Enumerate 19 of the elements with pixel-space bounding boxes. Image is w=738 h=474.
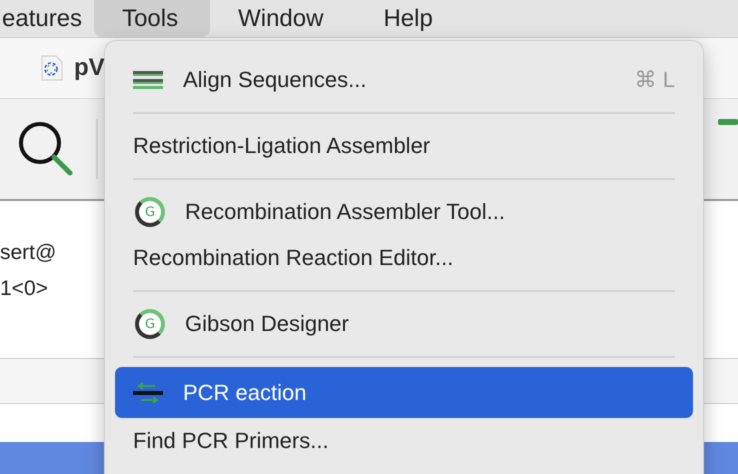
ring-logo-icon: G [135,309,165,339]
menu-item[interactable]: Find PCR Primers... [115,418,693,464]
sequence-label: sert@ [0,241,56,265]
menu-item[interactable]: G Recombination Assembler Tool... [115,189,693,235]
sequence-label: 1<0> [0,277,48,301]
document-tab-title[interactable]: pV [74,54,105,82]
shortcut-label: ⌘ L [634,67,675,93]
menu-bar-item[interactable]: Window [210,0,356,37]
menu-item[interactable]: Recombination Reaction Editor... [115,235,693,281]
menu-item[interactable]: PCR eaction [115,367,693,418]
ring-logo-icon: G [135,197,165,227]
document-icon [40,55,64,81]
menu-item[interactable]: Align Sequences... ⌘ L [115,57,693,103]
menu-item[interactable]: G Gibson Designer [115,301,693,347]
menu-bar-item[interactable]: eatures [0,0,94,37]
double-arrow-icon [133,380,163,406]
menu-item[interactable]: Restriction-Ligation Assembler [115,123,693,169]
menu-bar-item[interactable]: Help [355,0,465,37]
menu-bar-item[interactable]: Tools [94,0,210,37]
